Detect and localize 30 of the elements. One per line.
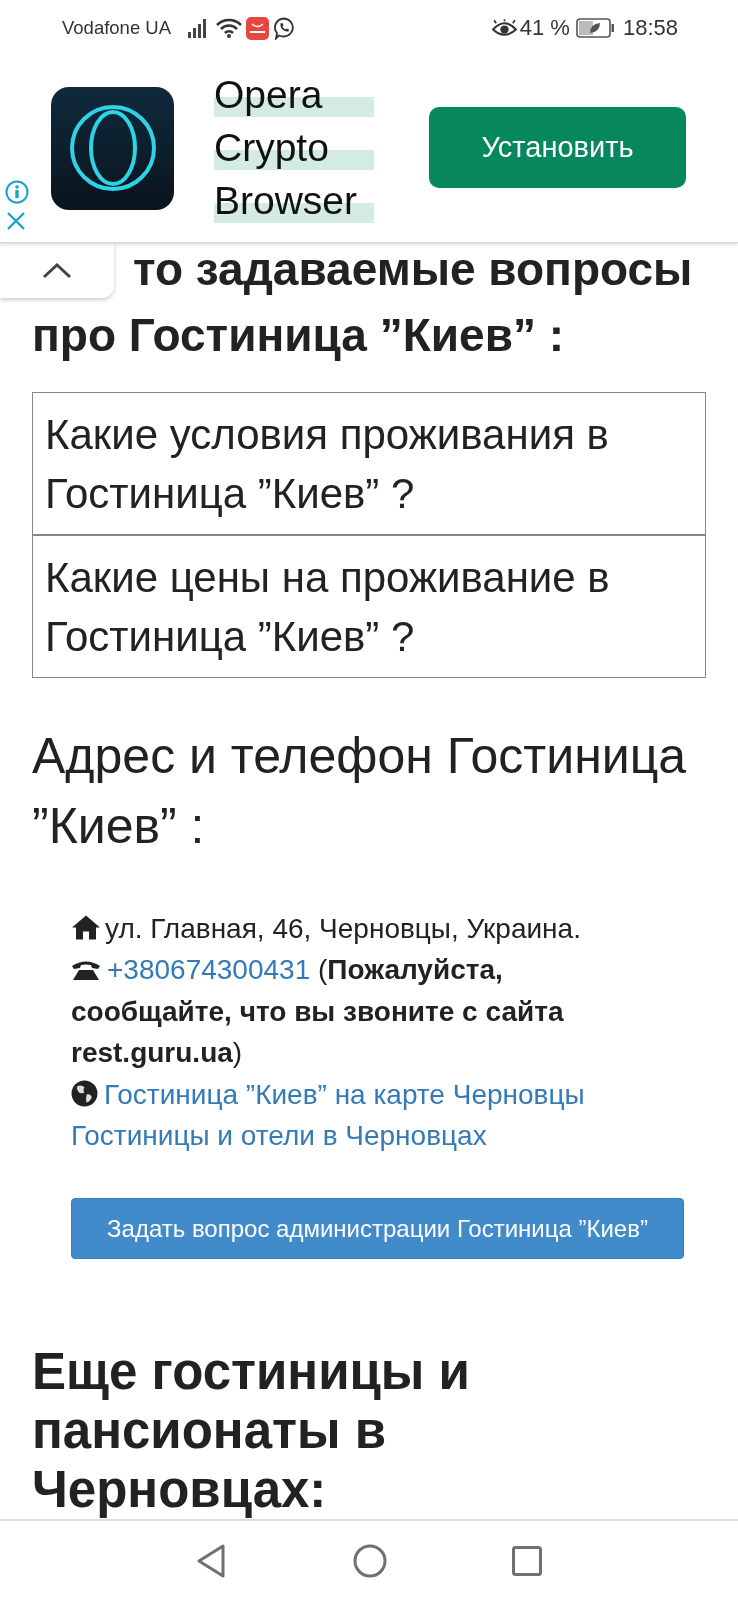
clock-time: 18:58: [622, 17, 678, 39]
back-triangle-icon[interactable]: [196, 1543, 226, 1578]
globe-icon: [71, 1079, 98, 1107]
faq-heading: про Гостиница ”Киев” :: [32, 308, 565, 363]
carrier-name: Vodafone UA: [62, 18, 172, 38]
app-logo-icon: [51, 87, 174, 210]
app-notification-icon: [246, 16, 270, 40]
eye-icon: [491, 18, 517, 38]
more-hotels-heading: Еще гостиницы и пансионаты в Черновцах:: [32, 1342, 471, 1519]
address-line: ул. Главная, 46, Черновцы, Украина.: [71, 908, 662, 950]
phone-line: +380674300431 (Пожалуйста, сообщайте, что вы звоните с сайта rest.guru.ua): [71, 953, 565, 1071]
ask-question-button[interactable]: Задать вопрос администрации Гостиница ”Киев”: [71, 1198, 684, 1260]
phone-link[interactable]: +380674300431: [107, 954, 311, 986]
info-icon[interactable]: [5, 180, 29, 204]
chevron-up-icon: [42, 262, 72, 279]
city-hotels-link[interactable]: Гостиницы и отели в Черновцах: [71, 1120, 487, 1152]
faq-heading-fragment: то задаваемые вопросы: [133, 243, 693, 295]
battery-icon: [575, 18, 615, 38]
battery-percent: 41 %: [519, 17, 570, 39]
phone-chat-icon: [273, 16, 296, 40]
install-button[interactable]: Установить: [429, 107, 686, 188]
contacts-heading: Адрес и телефон Гостиница ”Киев” :: [32, 727, 688, 856]
faq-question[interactable]: Какие цены на проживание в Гостиница ”Киев” ?: [32, 535, 706, 678]
home-circle-icon[interactable]: [353, 1543, 387, 1578]
close-icon[interactable]: [5, 210, 27, 232]
map-link[interactable]: Гостиница ”Киев” на карте Черновцы: [104, 1078, 585, 1110]
recents-square-icon[interactable]: [512, 1545, 542, 1576]
faq-question[interactable]: Какие условия проживания в Гостиница ”Киев” ?: [32, 392, 706, 535]
wifi-icon: [216, 18, 243, 38]
house-icon: [71, 914, 101, 941]
